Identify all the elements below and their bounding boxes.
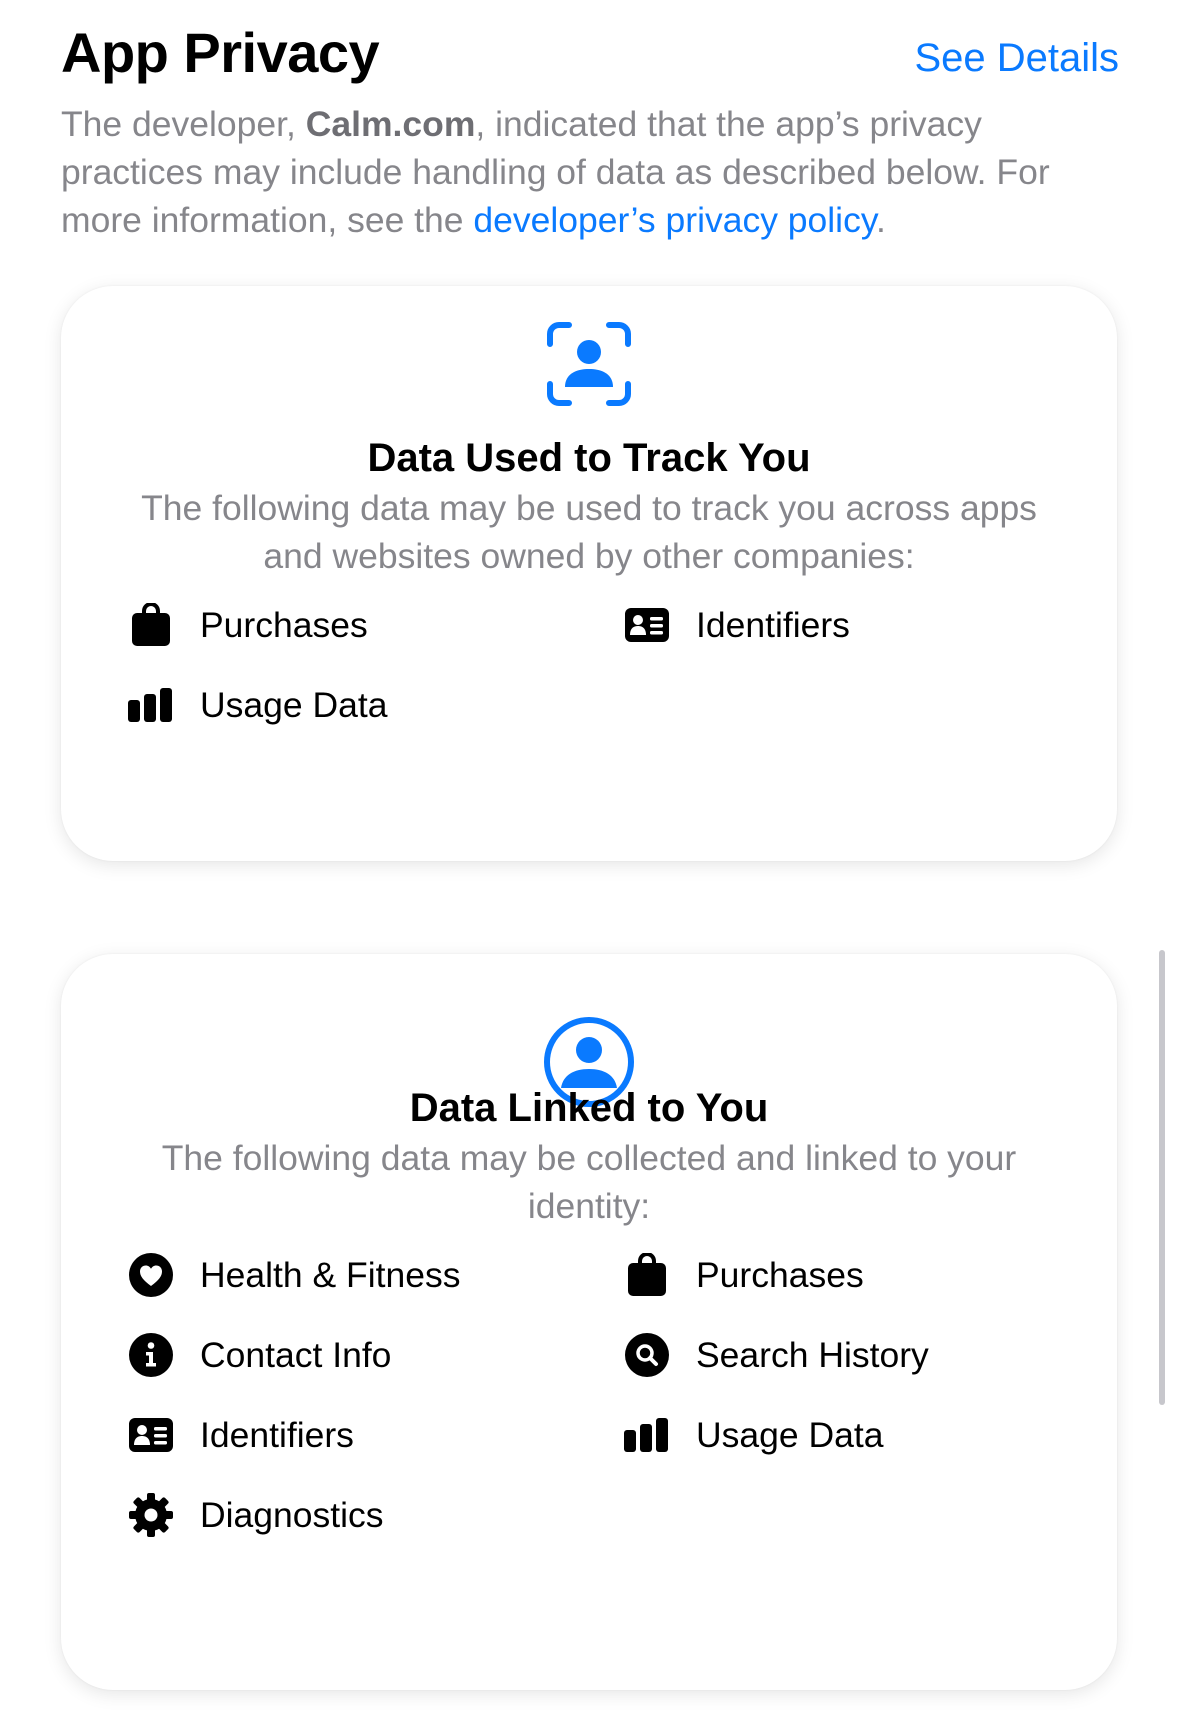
list-item-search-history: Search History <box>623 1327 929 1383</box>
list-item-usage-data: Usage Data <box>623 1407 883 1463</box>
card-title: Data Linked to You <box>409 1086 769 1130</box>
gear-icon <box>127 1491 175 1539</box>
card-description: The following data may be used to track … <box>141 488 1037 576</box>
item-label: Diagnostics <box>200 1495 384 1535</box>
card-description: The following data may be collected and … <box>161 1138 1017 1226</box>
scrollbar[interactable] <box>1159 950 1165 1405</box>
see-details-link[interactable]: See Details <box>914 34 1119 82</box>
app-privacy-page: App Privacy See Details The developer, C… <box>0 0 1179 1718</box>
app-privacy-header: App Privacy See Details <box>61 22 1119 84</box>
list-item-identifiers: Identifiers <box>623 597 850 653</box>
bar-chart-icon <box>127 681 175 729</box>
item-label: Search History <box>696 1335 929 1375</box>
list-item-purchases: Purchases <box>623 1247 864 1303</box>
item-label: Contact Info <box>200 1335 392 1375</box>
list-item-purchases: Purchases <box>127 597 368 653</box>
item-label: Usage Data <box>696 1415 884 1455</box>
id-card-icon <box>127 1411 175 1459</box>
id-card-icon <box>623 601 671 649</box>
intro-text-part: The developer, <box>61 104 306 144</box>
card-title: Data Used to Track You <box>367 436 811 480</box>
list-item-contact-info: Contact Info <box>127 1327 391 1383</box>
list-item-identifiers: Identifiers <box>127 1407 354 1463</box>
item-label: Purchases <box>200 605 368 645</box>
list-item-diagnostics: Diagnostics <box>127 1487 384 1543</box>
info-circle-icon <box>127 1331 175 1379</box>
bar-chart-icon <box>623 1411 671 1459</box>
item-label: Usage Data <box>200 685 388 725</box>
privacy-policy-link[interactable]: developer’s privacy policy <box>473 200 876 240</box>
list-item-usage-data: Usage Data <box>127 677 387 733</box>
item-label: Purchases <box>696 1255 864 1295</box>
item-label: Health & Fitness <box>200 1255 461 1295</box>
intro-text-part: . <box>875 200 886 240</box>
item-label: Identifiers <box>200 1415 354 1455</box>
shopping-bag-icon <box>623 1251 671 1299</box>
list-item-health-fitness: Health & Fitness <box>127 1247 460 1303</box>
shopping-bag-icon <box>127 601 175 649</box>
developer-name: Calm.com <box>305 104 476 144</box>
heart-circle-icon <box>127 1251 175 1299</box>
data-used-to-track-card[interactable]: Data Used to Track You The following dat… <box>61 286 1117 861</box>
data-linked-to-you-card[interactable]: Data Linked to You The following data ma… <box>61 954 1117 1690</box>
privacy-intro-text: The developer, Calm.com, indicated that … <box>61 100 1131 244</box>
search-circle-icon <box>623 1331 671 1379</box>
page-title: App Privacy <box>61 21 380 84</box>
item-label: Identifiers <box>696 605 850 645</box>
person-viewfinder-icon <box>545 320 633 413</box>
